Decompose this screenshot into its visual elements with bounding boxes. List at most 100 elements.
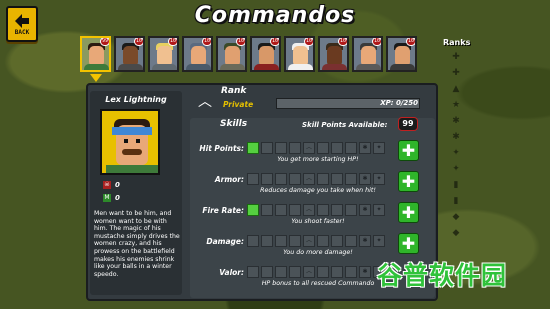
skill-pip: ✦ [373, 235, 385, 247]
commando-roster: 99 10 10 10 10 10 10 10 10 10 [80, 36, 417, 74]
level-badge: 10 [167, 38, 177, 46]
watermark: 谷普软件园 [377, 261, 508, 290]
skill-pip: ✱ [359, 266, 371, 278]
rank-insignia-icon: ◆ [452, 228, 460, 238]
plus-icon: ✚ [401, 141, 416, 160]
rescues-stat: M 0 [103, 194, 120, 202]
skill-level-pips: ︿ ✱ ✦ [247, 235, 385, 247]
skill-description: Reduces damage you take when hit! [260, 187, 376, 194]
skill-pip: ✱ [359, 204, 371, 216]
level-badge: 10 [201, 38, 211, 46]
skill-name: Hit Points: [199, 144, 244, 153]
skill-name: Armor: [214, 175, 244, 184]
skill-pip: ✱ [359, 142, 371, 154]
roster-portrait[interactable]: 10 [182, 36, 213, 72]
level-badge: 99 [99, 38, 109, 46]
rank-insignia-icon: ✱ [452, 132, 460, 142]
skill-pip [275, 266, 287, 278]
plus-icon: ✚ [401, 203, 416, 222]
skill-pip [261, 266, 273, 278]
character-name: Lex Lightning [105, 95, 167, 104]
rescues-value: 0 [115, 194, 120, 202]
skill-pip [317, 142, 329, 154]
skill-name: Valor: [219, 268, 244, 277]
level-badge: 10 [337, 38, 347, 46]
level-badge: 10 [133, 38, 143, 46]
skill-pip [275, 173, 287, 185]
skill-pip [331, 266, 343, 278]
roster-portrait[interactable]: 10 [250, 36, 281, 72]
skill-level-pips: ︿ ✱ ✦ [247, 204, 385, 216]
upgrade-skill-button[interactable]: ✚ [398, 140, 419, 161]
skill-pip: ✦ [373, 142, 385, 154]
skill-description: You get more starting HP! [277, 156, 359, 163]
plus-icon: ✚ [401, 172, 416, 191]
rescue-icon: M [103, 194, 111, 202]
rank-insignia-icon: ✦ [452, 148, 460, 158]
skill-pip [345, 142, 357, 154]
skill-level-pips: ︿ ✱ ✦ [247, 142, 385, 154]
roster-portrait[interactable]: 10 [386, 36, 417, 72]
skill-pip: ︿ [303, 204, 315, 216]
upgrade-skill-button[interactable]: ✚ [398, 233, 419, 254]
level-badge: 10 [269, 38, 279, 46]
skill-pip [331, 204, 343, 216]
skill-level-pips: ︿ ✱ ✦ [247, 266, 385, 278]
rank-insignia-icon: ▲ [452, 84, 460, 94]
skill-row: Fire Rate: ︿ ✱ ✦ You shoot faster! ✚ [192, 202, 432, 230]
skills-title: Skills [220, 119, 248, 129]
rank-insignia-icon: ✚ [452, 52, 460, 62]
skill-pip [289, 173, 301, 185]
roster-portrait[interactable]: 10 [148, 36, 179, 72]
roster-portrait[interactable]: 10 [284, 36, 315, 72]
skill-pip: ✱ [359, 173, 371, 185]
skill-points-value: 99 [398, 117, 418, 131]
ranks-title: Ranks [443, 38, 471, 47]
skill-pip [247, 142, 259, 154]
skill-pip [289, 266, 301, 278]
skull-icon: ☠ [103, 181, 111, 189]
skill-row: Armor: ︿ ✱ ✦ Reduces damage you take when hi… [192, 171, 432, 199]
plus-icon: ✚ [401, 234, 416, 253]
skill-pip [247, 235, 259, 247]
skill-pip [317, 235, 329, 247]
rank-insignia-icon: ▮ [453, 180, 459, 190]
skill-pip: ✦ [373, 204, 385, 216]
skill-pip [247, 266, 259, 278]
selection-arrow-icon [90, 74, 102, 82]
kills-stat: ☠ 0 [103, 181, 120, 189]
upgrade-skill-button[interactable]: ✚ [398, 202, 419, 223]
skill-row: Hit Points: ︿ ✱ ✦ You get more starting HP! ✚ [192, 140, 432, 168]
skill-pip [331, 173, 343, 185]
roster-portrait[interactable]: 10 [216, 36, 247, 72]
level-badge: 10 [371, 38, 381, 46]
skill-pip: ︿ [303, 266, 315, 278]
xp-text: XP: 0/250 [380, 99, 418, 107]
skill-pip [261, 173, 273, 185]
skill-pip [275, 204, 287, 216]
rank-insignia-icon: ✦ [452, 164, 460, 174]
rank-insignia-icon: ◆ [452, 212, 460, 222]
upgrade-skill-button[interactable]: ✚ [398, 171, 419, 192]
skill-pip [317, 266, 329, 278]
skill-pip [331, 142, 343, 154]
skill-pip [289, 142, 301, 154]
skill-pip [331, 235, 343, 247]
skill-pip: ︿ [303, 235, 315, 247]
rank-insignia-icon: ✱ [452, 116, 460, 126]
skill-pip: ✱ [359, 235, 371, 247]
skill-pip [289, 235, 301, 247]
rank-insignia-icon: ✚ [452, 68, 460, 78]
character-portrait [100, 109, 160, 175]
roster-portrait[interactable]: 99 [80, 36, 111, 72]
roster-portrait[interactable]: 10 [352, 36, 383, 72]
skill-pip [275, 235, 287, 247]
roster-portrait[interactable]: 10 [318, 36, 349, 72]
skill-description: HP bonus to all rescued Commando [261, 280, 375, 287]
roster-portrait[interactable]: 10 [114, 36, 145, 72]
level-badge: 10 [303, 38, 313, 46]
skill-description: You shoot faster! [291, 218, 345, 225]
skill-name: Damage: [206, 237, 244, 246]
skill-pip [289, 204, 301, 216]
skill-pip [345, 173, 357, 185]
